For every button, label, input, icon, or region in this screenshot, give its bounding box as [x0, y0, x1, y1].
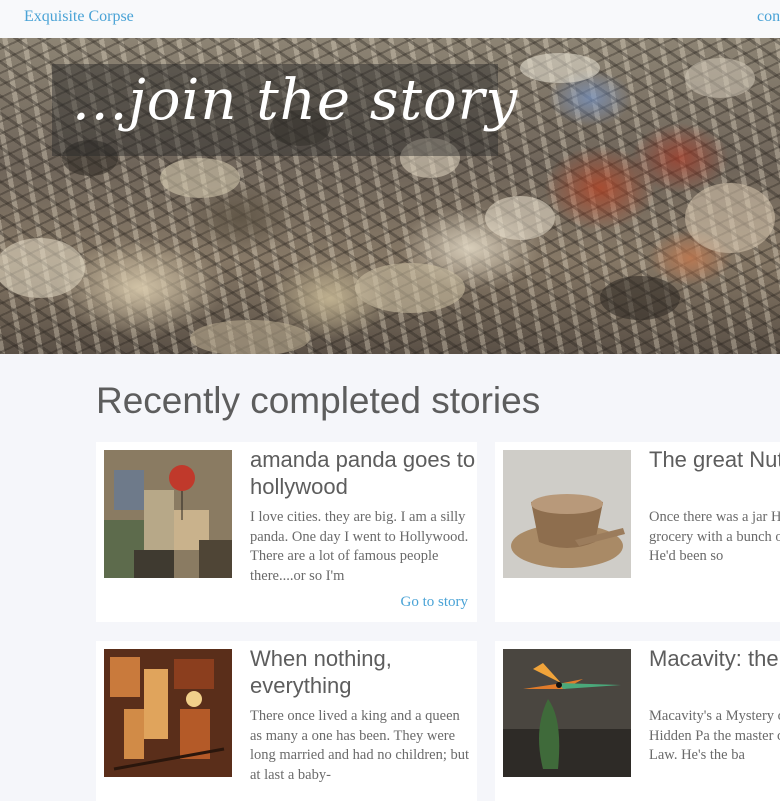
brand-link[interactable]: Exquisite Corpse — [24, 8, 134, 26]
story-thumbnail[interactable] — [503, 450, 631, 578]
hero-tagline: ...join the story — [72, 68, 519, 133]
section-title: Recently completed stories — [96, 380, 541, 421]
story-excerpt: Macavity's a Mystery called the Hidden P… — [649, 708, 780, 764]
story-thumbnail[interactable] — [104, 649, 232, 777]
story-excerpt: Once there was a jar He was on a grocery… — [649, 509, 780, 565]
go-to-story-link[interactable]: Go to story — [401, 594, 469, 611]
top-navbar: Exquisite Corpse con — [0, 0, 780, 38]
nav-link-right[interactable]: con — [757, 8, 780, 26]
bird-of-paradise-painting-image — [503, 649, 631, 777]
story-excerpt: There once lived a king and a queen as m… — [250, 708, 470, 784]
story-title[interactable]: When nothing, everything — [250, 645, 477, 699]
hero-banner: ...join the story — [0, 38, 780, 354]
story-thumbnail[interactable] — [104, 450, 232, 578]
story-title[interactable]: The great Nut caper — [649, 446, 780, 473]
abstract-painting-image — [104, 649, 232, 777]
story-card: When nothing, everything There once live… — [96, 641, 477, 801]
story-card: Macavity: the cat Macavity's a Mystery c… — [495, 641, 780, 801]
fur-teacup-image — [503, 450, 631, 578]
story-excerpt: I love cities. they are big. I am a sill… — [250, 509, 469, 585]
story-card: The great Nut caper Once there was a jar… — [495, 442, 780, 622]
story-title[interactable]: amanda panda goes to hollywood — [250, 446, 477, 500]
story-thumbnail[interactable] — [503, 649, 631, 777]
klee-balloon-painting-image — [104, 450, 232, 578]
story-card: amanda panda goes to hollywood I love ci… — [96, 442, 477, 622]
story-title[interactable]: Macavity: the cat — [649, 645, 780, 672]
